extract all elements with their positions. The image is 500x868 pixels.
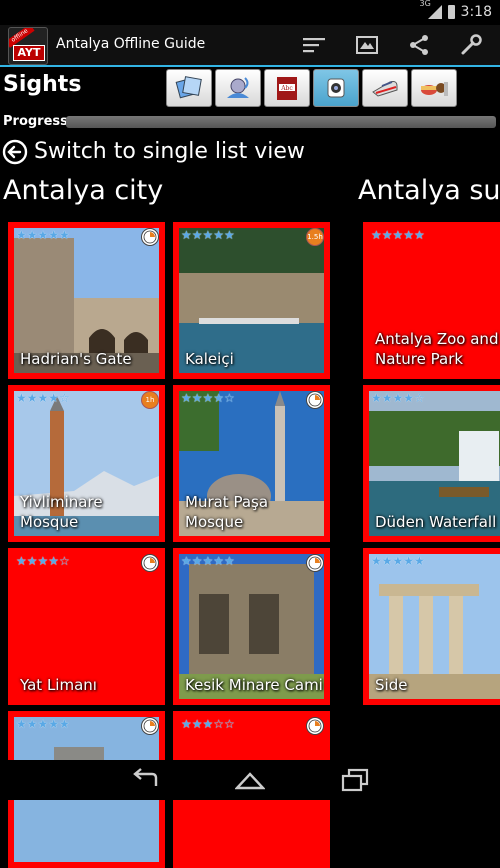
clock-icon [306, 717, 324, 735]
section-title-surroundings: Antalya su [358, 175, 500, 206]
signal-icon: 3G [420, 0, 442, 19]
back-icon[interactable] [130, 768, 160, 792]
rating-stars: ★★★☆☆ [181, 717, 235, 731]
map-icon[interactable] [355, 33, 379, 57]
clock-icon [306, 391, 324, 409]
network-type: 3G [419, 0, 431, 8]
tile-label: Yat Limanı [20, 676, 97, 694]
tile-label: Hadrian's Gate [20, 350, 132, 368]
tile-label: Düden Waterfall [375, 513, 497, 531]
home-icon[interactable] [235, 768, 265, 792]
rating-stars: ★★★★☆ [16, 391, 70, 405]
tile-kaleici[interactable]: ★★★★★ 1.5h Kaleiçi [173, 222, 330, 379]
wrench-icon[interactable] [459, 33, 483, 57]
tile-label: Kaleiçi [185, 350, 234, 368]
radio-tower-icon[interactable] [215, 69, 261, 107]
clock-icon [141, 717, 159, 735]
tile-label: Side [375, 676, 408, 694]
tile-label: Yivliminare Mosque [20, 493, 103, 531]
app-logo[interactable]: offline AYT [8, 27, 48, 65]
tile-duden-waterfall[interactable]: ★★★★☆ Düden Waterfall [363, 385, 500, 542]
svg-text:Abc: Abc [280, 85, 293, 92]
action-bar: offline AYT Antalya Offline Guide [0, 25, 500, 67]
battery-icon [447, 5, 455, 19]
progress-row: Progress [0, 112, 500, 134]
tile-kesik-minare-cami[interactable]: ★★★★★ Kesik Minare Cami [173, 548, 330, 705]
category-bar: Sights Abc [0, 67, 500, 110]
camera-icon[interactable] [313, 69, 359, 107]
duration-badge: 1.5h [306, 228, 324, 246]
tile-label: Kesik Minare Cami [185, 676, 323, 694]
clock-icon [141, 554, 159, 572]
category-tabs: Abc [166, 69, 457, 107]
train-icon[interactable] [362, 69, 408, 107]
switch-view-button[interactable]: Switch to single list view [0, 137, 500, 171]
rating-stars: ★★★★★ [181, 228, 235, 242]
rating-stars: ★★★★☆ [181, 391, 235, 405]
page-title: Sights [3, 72, 82, 97]
tile-label: Murat Paşa Mosque [185, 493, 269, 531]
duration-badge: 1h [141, 391, 159, 409]
rating-stars: ★★★★★ [16, 228, 70, 242]
section-title-city: Antalya city [3, 175, 164, 206]
rating-stars: ★★★★☆ [16, 554, 70, 568]
tile-yivliminare-mosque[interactable]: ★★★★☆ 1h Yivliminare Mosque [8, 385, 165, 542]
tile-label: Antalya Zoo and Nature Park [375, 330, 499, 368]
dictionary-icon[interactable]: Abc [264, 69, 310, 107]
logo-code: AYT [13, 45, 45, 61]
food-icon[interactable] [411, 69, 457, 107]
tile-yat-limani[interactable]: ★★★★☆ Yat Limanı [8, 548, 165, 705]
switch-view-label: Switch to single list view [34, 139, 305, 164]
tile-side[interactable]: ★★★★★ Side [363, 548, 500, 705]
tile-antalya-zoo[interactable]: ★★★★★ Antalya Zoo and Nature Park [363, 222, 500, 379]
list-icon[interactable] [302, 33, 326, 57]
share-icon[interactable] [407, 33, 431, 57]
clock: 3:18 [460, 4, 492, 20]
tile-murat-pasa-mosque[interactable]: ★★★★☆ Murat Paşa Mosque [173, 385, 330, 542]
back-circle-icon [2, 139, 28, 165]
tile-hadrians-gate[interactable]: ★★★★★ Hadrian's Gate [8, 222, 165, 379]
clock-icon [306, 554, 324, 572]
rating-stars: ★★★★★ [371, 228, 425, 242]
progress-label: Progress [3, 114, 68, 129]
system-nav-bar [0, 760, 500, 800]
rating-stars: ★★★★★ [16, 717, 70, 731]
sights-icon[interactable] [166, 69, 212, 107]
status-bar: 3G 3:18 [0, 0, 500, 25]
app-title: Antalya Offline Guide [56, 36, 206, 52]
progress-bar [66, 116, 496, 128]
rating-stars: ★★★★☆ [371, 391, 425, 405]
rating-stars: ★★★★★ [371, 554, 425, 568]
rating-stars: ★★★★★ [181, 554, 235, 568]
clock-icon [141, 228, 159, 246]
recents-icon[interactable] [340, 768, 370, 792]
